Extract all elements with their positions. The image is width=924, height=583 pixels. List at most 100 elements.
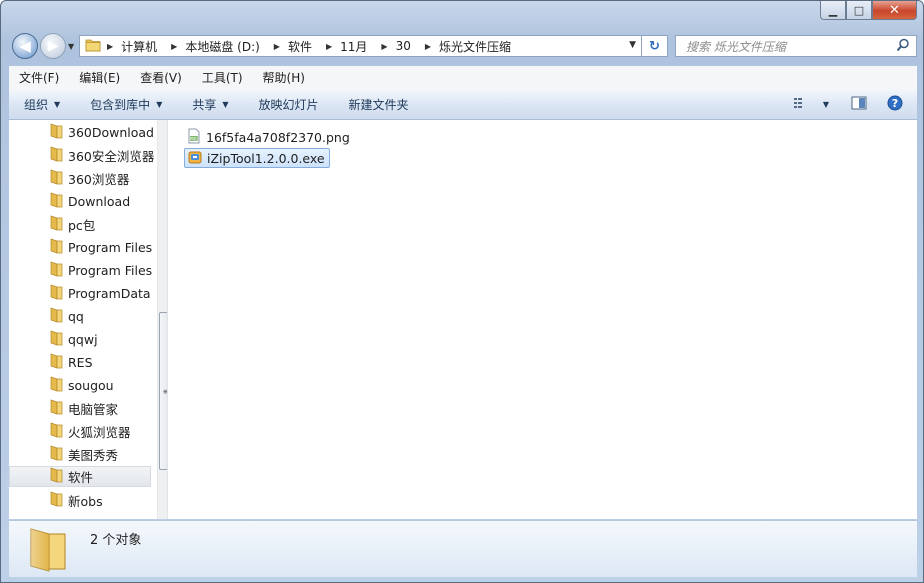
sidebar-item-program-files[interactable]: Program Files <box>9 237 153 258</box>
chevron-right-icon: ▶ <box>273 41 280 51</box>
include-in-library-button[interactable]: 包含到库中 ▼ <box>75 96 177 113</box>
breadcrumb-item[interactable]: ▶ 计算机 <box>107 38 165 55</box>
navigation-pane: 360Download 360安全浏览器 360浏览器 Download pc包… <box>9 120 167 519</box>
view-options-icon <box>793 96 809 113</box>
include-in-library-label: 包含到库中 <box>90 97 151 112</box>
sidebar-item-new-obs[interactable]: 新obs <box>9 490 151 511</box>
sidebar-item-meitu[interactable]: 美图秀秀 <box>9 444 151 465</box>
sidebar-item-360safe-browser[interactable]: 360安全浏览器 <box>9 145 155 166</box>
sidebar-item-label: qqwj <box>68 332 98 347</box>
folder-icon <box>49 284 63 303</box>
folder-icon <box>49 123 63 142</box>
share-label: 共享 <box>192 97 217 112</box>
sidebar-item-label: sougou <box>68 378 114 393</box>
folder-icon <box>49 238 63 257</box>
sidebar-item-program-files-x86[interactable]: Program Files <box>9 260 153 281</box>
help-icon: ? <box>887 95 903 114</box>
sidebar-item-label: Program Files <box>68 240 153 255</box>
menu-help[interactable]: 帮助(H) <box>253 69 315 86</box>
chevron-down-icon: ▼ <box>54 99 61 109</box>
menu-edit[interactable]: 编辑(E) <box>69 69 130 86</box>
folder-icon <box>27 525 71 576</box>
breadcrumb-item[interactable]: ▶ 30 <box>381 39 418 53</box>
sidebar-item-pc-manager[interactable]: 电脑管家 <box>9 398 151 419</box>
svg-text:?: ? <box>892 97 898 110</box>
minimize-button[interactable]: ▁ <box>820 1 846 20</box>
chevron-right-icon: ▶ <box>325 41 333 51</box>
svg-text:PNG: PNG <box>190 136 199 141</box>
sidebar-item-label: 360Download <box>68 125 154 140</box>
search-box[interactable] <box>675 35 917 57</box>
sidebar-item-label: 火狐浏览器 <box>68 425 131 440</box>
folder-icon <box>49 376 63 395</box>
change-view-button[interactable] <box>793 96 815 113</box>
view-dropdown-button[interactable]: ▼ <box>815 100 845 109</box>
sidebar-item-res[interactable]: RES <box>9 352 151 373</box>
sidebar-item-qq[interactable]: qq <box>9 306 151 327</box>
refresh-button[interactable]: ↻ <box>642 35 668 57</box>
chevron-down-icon: ▼ <box>156 99 163 109</box>
details-pane: 2 个对象 <box>9 520 917 577</box>
address-dropdown-icon[interactable]: ▼ <box>629 40 636 50</box>
breadcrumb-item[interactable]: ▶ 11月 <box>326 38 375 55</box>
sidebar-item-programdata[interactable]: ProgramData <box>9 283 151 304</box>
sidebar-item-software[interactable]: 软件 <box>9 466 151 487</box>
folder-icon <box>49 467 63 486</box>
close-button[interactable]: ✕ <box>872 1 917 20</box>
help-button[interactable]: ? <box>881 95 917 114</box>
scrollbar-thumb[interactable]: ≡ <box>159 312 167 470</box>
sidebar-item-label: qq <box>68 309 84 324</box>
maximize-icon: □ <box>853 3 865 17</box>
file-item-png[interactable]: PNG 16f5fa4a708f2370.png <box>184 127 354 147</box>
folder-icon <box>49 261 63 280</box>
search-input[interactable] <box>684 37 888 57</box>
folder-icon <box>49 422 63 441</box>
file-item-exe[interactable]: iZipTool1.2.0.0.exe <box>184 148 330 168</box>
sidebar-item-label: RES <box>68 355 93 370</box>
navigation-scrollbar[interactable]: ≡ <box>157 120 167 519</box>
sidebar-item-pc-package[interactable]: pc包 <box>9 214 151 235</box>
recent-pages-dropdown[interactable]: ▼ <box>68 42 74 51</box>
organize-label: 组织 <box>24 97 49 112</box>
sidebar-item-360browser[interactable]: 360浏览器 <box>9 168 151 189</box>
command-bar: 组织 ▼ 包含到库中 ▼ 共享 ▼ 放映幻灯片 新建文件夹 ▼ ? <box>9 89 917 120</box>
folder-icon <box>49 491 63 510</box>
search-icon[interactable] <box>896 38 910 55</box>
breadcrumb-label: 30 <box>395 39 411 53</box>
sidebar-item-360download[interactable]: 360Download <box>9 122 154 143</box>
breadcrumb-item[interactable]: ▶ 烁光文件压缩 <box>425 38 519 55</box>
sidebar-item-label: Program Files <box>68 263 153 278</box>
menu-file[interactable]: 文件(F) <box>9 69 69 86</box>
breadcrumb-item[interactable]: ▶ 软件 <box>274 38 320 55</box>
folder-icon <box>49 215 63 234</box>
sidebar-item-label: 360安全浏览器 <box>68 149 155 164</box>
breadcrumb-item[interactable]: ▶ 本地磁盘 (D:) <box>171 38 268 55</box>
chevron-down-icon: ▼ <box>822 99 829 109</box>
sidebar-item-label: 电脑管家 <box>68 402 119 417</box>
chevron-right-icon: ▶ <box>381 41 388 51</box>
refresh-icon: ↻ <box>649 38 660 54</box>
sidebar-item-qqwj[interactable]: qqwj <box>9 329 151 350</box>
maximize-button[interactable]: □ <box>846 1 872 20</box>
address-bar[interactable]: ▶ 计算机 ▶ 本地磁盘 (D:) ▶ 软件 ▶ 11月 ▶ 30 ▶ 烁光文件压缩 ▼ <box>79 35 642 57</box>
sidebar-item-download[interactable]: Download <box>9 191 151 212</box>
close-icon: ✕ <box>889 2 900 18</box>
forward-button[interactable]: ▶ <box>40 33 66 59</box>
navigation-bar: ◀ ▶ ▼ ▶ 计算机 ▶ 本地磁盘 (D:) ▶ 软件 ▶ 11月 ▶ 30 ▶ 烁光文件… <box>1 29 923 63</box>
view-controls: ▼ ? <box>793 89 917 119</box>
folder-icon <box>49 399 63 418</box>
back-button[interactable]: ◀ <box>12 33 38 59</box>
sidebar-item-label: 软件 <box>68 470 94 485</box>
share-button[interactable]: 共享 ▼ <box>177 96 243 113</box>
preview-pane-button[interactable] <box>845 96 881 113</box>
organize-button[interactable]: 组织 ▼ <box>9 96 75 113</box>
breadcrumb-label: 计算机 <box>121 39 158 54</box>
new-folder-button[interactable]: 新建文件夹 <box>334 96 424 113</box>
slideshow-button[interactable]: 放映幻灯片 <box>244 96 334 113</box>
sidebar-item-sougou[interactable]: sougou <box>9 375 151 396</box>
menu-tools[interactable]: 工具(T) <box>192 69 253 86</box>
menu-view[interactable]: 查看(V) <box>130 69 192 86</box>
forward-arrow-icon: ▶ <box>47 38 59 54</box>
sidebar-item-firefox[interactable]: 火狐浏览器 <box>9 421 151 442</box>
caption-buttons: ▁ □ ✕ <box>820 1 917 21</box>
